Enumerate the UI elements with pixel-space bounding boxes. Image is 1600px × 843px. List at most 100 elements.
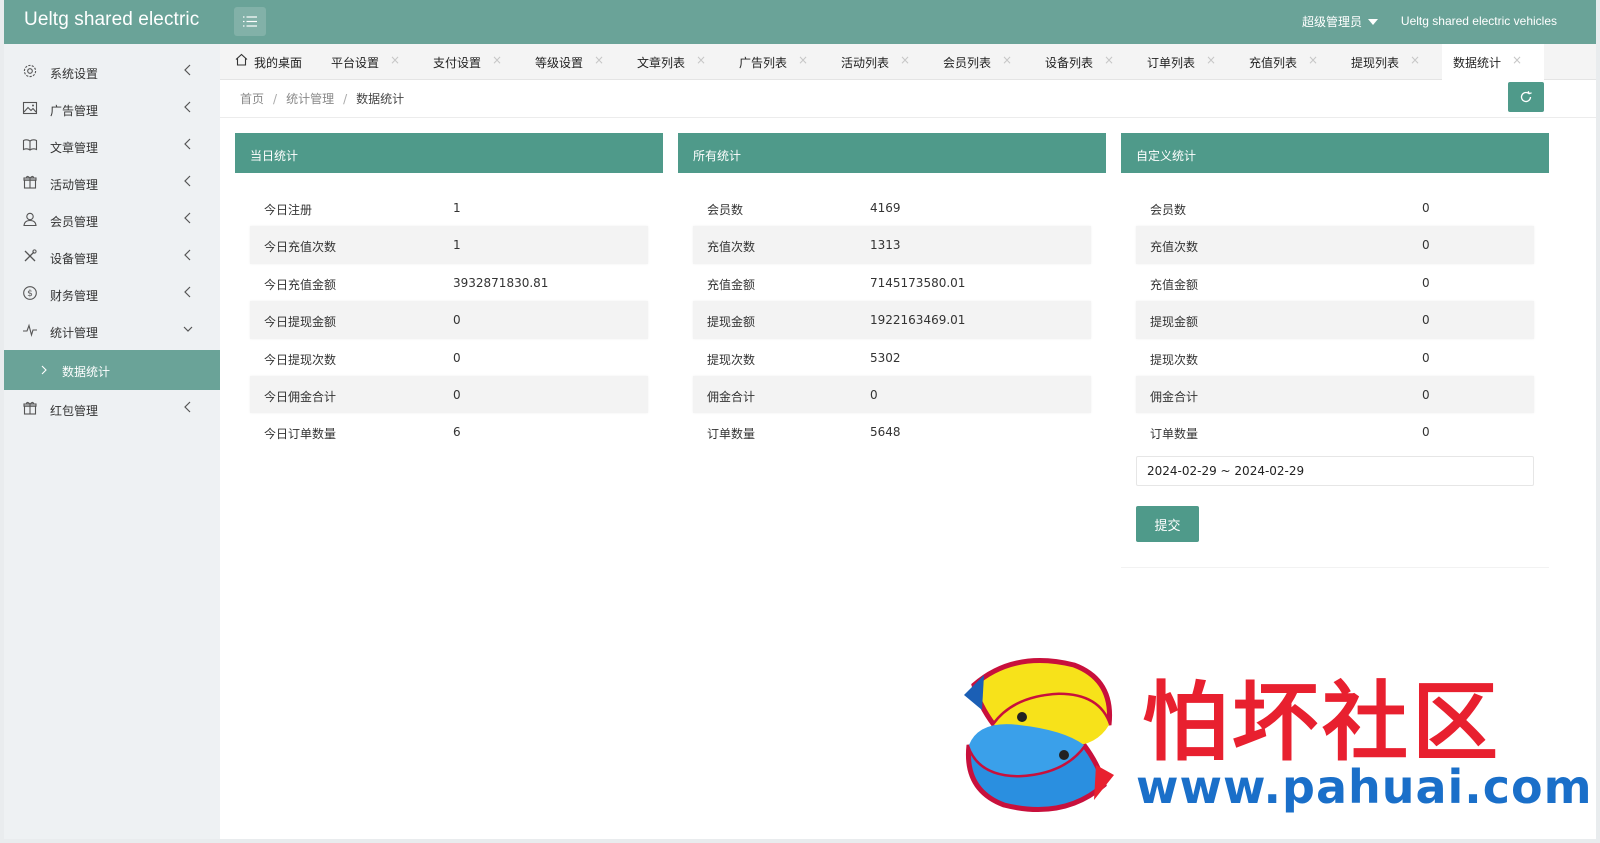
tab-level-settings[interactable]: 等级设置 × (524, 44, 626, 80)
tab-label: 等级设置 (535, 56, 584, 70)
stat-value: 1 (453, 238, 461, 253)
close-icon[interactable]: × (696, 53, 706, 67)
chevron-left-icon (184, 175, 191, 187)
sidebar-subitem-data-statistics[interactable]: 数据统计 (4, 350, 220, 390)
stat-label: 充值金额 (1150, 277, 1199, 292)
stat-label: 提现次数 (707, 352, 756, 367)
stat-label: 订单数量 (1150, 427, 1199, 442)
stat-value: 0 (1422, 313, 1430, 328)
chevron-left-icon (184, 286, 191, 298)
close-icon[interactable]: × (1104, 53, 1114, 67)
breadcrumb-separator: / (343, 92, 348, 106)
stat-row: 提现金额 1922163469.01 (693, 301, 1091, 339)
watermark-url: www.pahuai.com (1136, 760, 1593, 814)
close-icon[interactable]: × (1410, 53, 1420, 67)
stat-value: 0 (453, 313, 461, 328)
breadcrumb-stats[interactable]: 统计管理 (286, 92, 334, 106)
tab-device-list[interactable]: 设备列表 × (1034, 44, 1136, 80)
tab-recharge-list[interactable]: 充值列表 × (1238, 44, 1340, 80)
panel-title: 所有统计 (678, 133, 1106, 173)
book-icon (22, 139, 38, 151)
tab-withdraw-list[interactable]: 提现列表 × (1340, 44, 1442, 80)
divider (220, 117, 1596, 118)
stat-label: 今日提现次数 (264, 352, 337, 367)
breadcrumb-home[interactable]: 首页 (240, 92, 264, 106)
site-name-link[interactable]: Ueltg shared electric vehicles (1401, 14, 1557, 28)
stat-row: 充值金额 7145173580.01 (693, 264, 1091, 301)
stat-label: 提现次数 (1150, 352, 1199, 367)
sidebar-item-label: 红包管理 (50, 404, 99, 418)
tab-ad-list[interactable]: 广告列表 × (728, 44, 830, 80)
sidebar-item-system-settings[interactable]: 系统设置 (4, 53, 220, 90)
tab-platform-settings[interactable]: 平台设置 × (320, 44, 422, 80)
tab-label: 广告列表 (739, 56, 788, 70)
tab-home[interactable]: 我的桌面 (220, 44, 320, 80)
sidebar-item-statistics[interactable]: 统计管理 (4, 312, 220, 349)
stat-value: 1 (453, 201, 461, 215)
sidebar-item-finance[interactable]: $ 财务管理 (4, 275, 220, 312)
user-name: 超级管理员 (1302, 15, 1363, 29)
tab-label: 文章列表 (637, 56, 686, 70)
close-icon[interactable]: × (1206, 53, 1216, 67)
tools-icon (24, 249, 37, 262)
sidebar-item-activities[interactable]: 活动管理 (4, 164, 220, 201)
close-icon[interactable]: × (1308, 53, 1318, 67)
tab-member-list[interactable]: 会员列表 × (932, 44, 1034, 80)
stat-value: 7145173580.01 (870, 275, 966, 290)
user-icon (23, 212, 37, 227)
tab-label: 支付设置 (433, 56, 482, 70)
sidebar-item-red-packets[interactable]: 红包管理 (4, 390, 220, 427)
stat-label: 今日佣金合计 (264, 389, 337, 404)
stat-value: 0 (453, 350, 461, 365)
tab-data-statistics[interactable]: 数据统计 × (1442, 44, 1544, 80)
chevron-left-icon (184, 212, 191, 224)
close-icon[interactable]: × (900, 53, 910, 67)
panel-all-stats: 所有统计 会员数 4169 充值次数 1313 充值金额 7145173580.01 … (678, 133, 1106, 441)
panel-custom-stats: 自定义统计 会员数 0 充值次数 0 充值金额 0 提现金额 0 提现次数 0 佣金合计 0… (1121, 133, 1549, 568)
chevron-left-icon (184, 249, 191, 261)
close-icon[interactable]: × (798, 53, 808, 67)
date-range-input[interactable] (1136, 456, 1534, 486)
stat-value: 6 (453, 425, 461, 440)
stat-label: 今日订单数量 (264, 427, 337, 442)
tab-activity-list[interactable]: 活动列表 × (830, 44, 932, 80)
stat-label: 佣金合计 (1150, 389, 1199, 404)
sidebar-item-members[interactable]: 会员管理 (4, 201, 220, 238)
stat-label: 充值金额 (707, 277, 756, 292)
dollar-icon: $ (23, 286, 37, 300)
user-dropdown[interactable]: 超级管理员 (1302, 13, 1379, 30)
stat-row: 提现次数 0 (1136, 339, 1534, 376)
divider (1121, 567, 1549, 568)
chevron-left-icon (184, 401, 191, 413)
stat-label: 充值次数 (1150, 240, 1199, 255)
stat-label: 充值次数 (707, 240, 756, 255)
close-icon[interactable]: × (1002, 53, 1012, 67)
stat-label: 今日注册 (264, 203, 313, 217)
tab-label: 设备列表 (1045, 56, 1094, 70)
panel-today-stats: 当日统计 今日注册 1 今日充值次数 1 今日充值金额 3932871830.81 今… (235, 133, 663, 441)
sidebar-item-articles[interactable]: 文章管理 (4, 127, 220, 164)
chevron-down-icon (183, 326, 193, 332)
tab-order-list[interactable]: 订单列表 × (1136, 44, 1238, 80)
stat-value: 1313 (870, 238, 901, 253)
close-icon[interactable]: × (492, 53, 502, 67)
menu-toggle-button[interactable] (234, 7, 266, 36)
chevron-left-icon (184, 101, 191, 113)
tab-label: 订单列表 (1147, 56, 1196, 70)
refresh-button[interactable] (1508, 82, 1544, 112)
close-icon[interactable]: × (594, 53, 604, 67)
sidebar-item-label: 会员管理 (50, 215, 99, 229)
close-icon[interactable]: × (1512, 53, 1522, 67)
stat-value: 1922163469.01 (870, 313, 966, 328)
sidebar-item-devices[interactable]: 设备管理 (4, 238, 220, 275)
tab-article-list[interactable]: 文章列表 × (626, 44, 728, 80)
submit-button[interactable]: 提交 (1136, 506, 1199, 542)
close-icon[interactable]: × (390, 53, 400, 67)
stat-label: 今日充值金额 (264, 277, 337, 292)
tab-payment-settings[interactable]: 支付设置 × (422, 44, 524, 80)
stat-row: 今日提现金额 0 (250, 301, 648, 339)
refresh-icon (1520, 90, 1532, 103)
stat-value: 0 (1422, 201, 1430, 215)
stat-value: 5302 (870, 350, 901, 365)
sidebar-item-ads[interactable]: 广告管理 (4, 90, 220, 127)
